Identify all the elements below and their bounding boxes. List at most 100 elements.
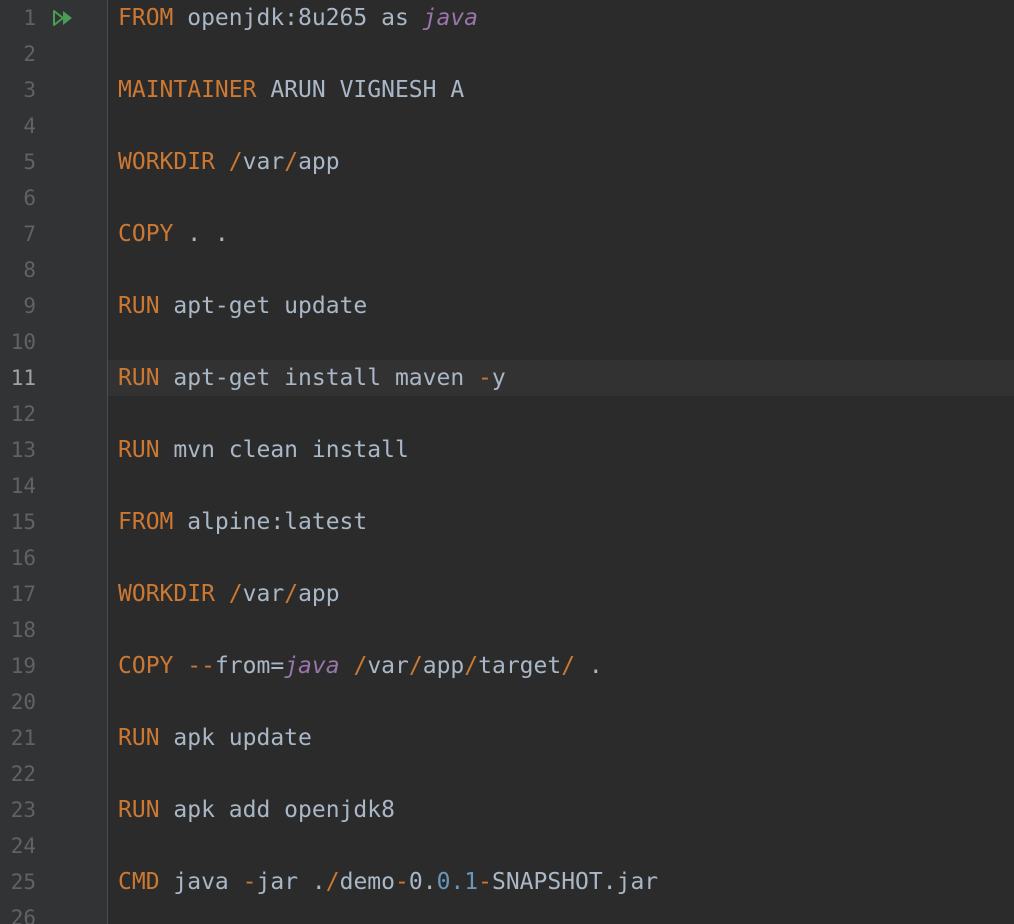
- keyword-token: -: [478, 869, 492, 895]
- text-token: . .: [173, 221, 229, 247]
- line-code: RUN apk update: [118, 725, 312, 751]
- line-number: 24: [10, 834, 36, 858]
- line-number: 20: [10, 690, 36, 714]
- line-code: FROM alpine:latest: [118, 509, 367, 535]
- run-all-double-triangle-icon[interactable]: [52, 8, 76, 28]
- text-token: alpine:latest: [173, 509, 368, 535]
- code-line[interactable]: 13 RUN mvn clean install: [0, 432, 1014, 468]
- number-token: 0.1: [436, 869, 479, 895]
- code-line[interactable]: 23 RUN apk add openjdk8: [0, 792, 1014, 828]
- code-line[interactable]: 22: [0, 756, 1014, 792]
- line-number: 5: [23, 150, 36, 174]
- code-line[interactable]: 2: [0, 36, 1014, 72]
- keyword-token: RUN: [118, 365, 160, 391]
- line-number: 8: [23, 258, 36, 282]
- code-line[interactable]: 7 COPY . .: [0, 216, 1014, 252]
- text-token: openjdk:8u265 as: [173, 5, 423, 31]
- keyword-token: /: [228, 581, 243, 607]
- text-token: ARUN VIGNESH A: [256, 77, 465, 103]
- text-token: .: [575, 653, 603, 679]
- code-line[interactable]: 14: [0, 468, 1014, 504]
- line-number: 4: [23, 114, 36, 138]
- line-code: CMD java -jar ./demo-0.0.1-SNAPSHOT.jar: [118, 869, 658, 895]
- code-line[interactable]: 10: [0, 324, 1014, 360]
- code-line[interactable]: 15 FROM alpine:latest: [0, 504, 1014, 540]
- code-line[interactable]: 12: [0, 396, 1014, 432]
- code-line[interactable]: 19 COPY --from=java /var/app/target/ .: [0, 648, 1014, 684]
- code-line[interactable]: 1 FROM openjdk:8u265 as java: [0, 0, 1014, 36]
- line-number: 21: [10, 726, 36, 750]
- keyword-token: CMD: [118, 869, 160, 895]
- text-token: demo: [339, 869, 395, 895]
- line-number: 22: [10, 762, 36, 786]
- line-code: WORKDIR /var/app: [118, 581, 340, 607]
- line-code: RUN mvn clean install: [118, 437, 409, 463]
- text-token: 0.: [408, 869, 437, 895]
- reference-token: java: [284, 653, 340, 679]
- line-number: 23: [10, 798, 36, 822]
- code-line[interactable]: 6: [0, 180, 1014, 216]
- line-number: 7: [23, 222, 36, 246]
- keyword-token: /: [408, 653, 423, 679]
- line-code: RUN apk add openjdk8: [118, 797, 395, 823]
- code-line[interactable]: 8: [0, 252, 1014, 288]
- line-number: 10: [10, 330, 36, 354]
- code-line[interactable]: 17 WORKDIR /var/app: [0, 576, 1014, 612]
- code-line[interactable]: 18: [0, 612, 1014, 648]
- keyword-token: MAINTAINER: [118, 77, 257, 103]
- keyword-token: RUN: [118, 725, 160, 751]
- code-line[interactable]: 11 RUN apt-get install maven -y: [0, 360, 1014, 396]
- text-token: app: [298, 149, 340, 175]
- keyword-token: RUN: [118, 437, 160, 463]
- line-number: 3: [23, 78, 36, 102]
- code-line[interactable]: 4: [0, 108, 1014, 144]
- code-line[interactable]: 25 CMD java -jar ./demo-0.0.1-SNAPSHOT.ja…: [0, 864, 1014, 900]
- keyword-token: -: [478, 365, 492, 391]
- line-code: RUN apt-get install maven -y: [118, 365, 506, 391]
- text-token: jar .: [256, 869, 326, 895]
- keyword-token: COPY: [118, 653, 174, 679]
- code-line[interactable]: 9 RUN apt-get update: [0, 288, 1014, 324]
- code-line[interactable]: 16: [0, 540, 1014, 576]
- code-editor[interactable]: 1 FROM openjdk:8u265 as java 2 3 MAINTAINER …: [0, 0, 1014, 924]
- line-code: FROM openjdk:8u265 as java: [118, 5, 478, 31]
- code-line[interactable]: 26: [0, 900, 1014, 924]
- text-token: var: [242, 149, 285, 175]
- keyword-token: -: [395, 869, 409, 895]
- line-number: 14: [10, 474, 36, 498]
- code-line[interactable]: 20: [0, 684, 1014, 720]
- keyword-token: /: [325, 869, 340, 895]
- code-line[interactable]: 24: [0, 828, 1014, 864]
- line-number: 1: [23, 6, 36, 30]
- code-line[interactable]: 21 RUN apk update: [0, 720, 1014, 756]
- keyword-token: /: [561, 653, 576, 679]
- line-code: MAINTAINER ARUN VIGNESH A: [118, 77, 464, 103]
- keyword-token: -: [242, 869, 257, 895]
- keyword-token: FROM: [118, 5, 174, 31]
- line-number: 19: [10, 654, 36, 678]
- keyword-token: --: [187, 653, 215, 679]
- keyword-token: RUN: [118, 293, 160, 319]
- keyword-token: RUN: [118, 797, 160, 823]
- code-line[interactable]: 3 MAINTAINER ARUN VIGNESH A: [0, 72, 1014, 108]
- text-token: target: [478, 653, 562, 679]
- text-token: from=: [214, 653, 285, 679]
- line-number: 2: [23, 42, 36, 66]
- text-token: apt-get install maven: [159, 365, 479, 391]
- text-token: java: [159, 869, 243, 895]
- text-token: apk add openjdk8: [159, 797, 395, 823]
- keyword-token: WORKDIR: [118, 581, 215, 607]
- line-number: 6: [23, 186, 36, 210]
- keyword-token: /: [284, 581, 299, 607]
- line-code: COPY --from=java /var/app/target/ .: [118, 653, 603, 679]
- reference-token: java: [422, 5, 479, 31]
- text-token: SNAPSHOT.jar: [491, 869, 659, 895]
- code-line[interactable]: 5 WORKDIR /var/app: [0, 144, 1014, 180]
- keyword-token: WORKDIR: [118, 149, 215, 175]
- line-number: 17: [10, 582, 36, 606]
- line-number: 18: [10, 618, 36, 642]
- text-token: app: [422, 653, 465, 679]
